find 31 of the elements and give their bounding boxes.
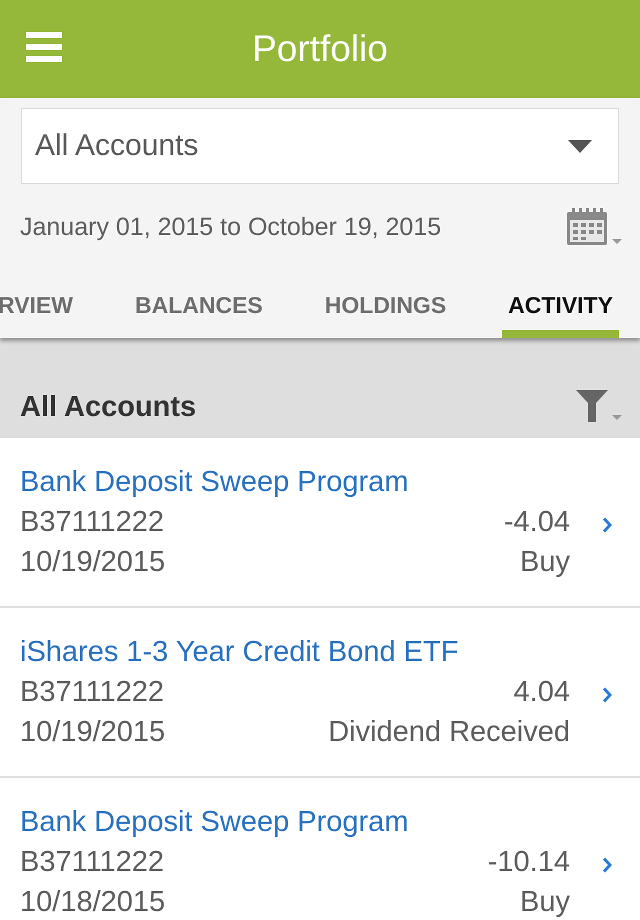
amount: 4.04 bbox=[514, 675, 570, 710]
trade-date: 10/19/2015 bbox=[20, 715, 166, 750]
chevron-icon bbox=[602, 857, 612, 873]
activity-row[interactable]: Bank Deposit Sweep Program B37111222 -4.04 10/19/2015 Buy bbox=[0, 438, 640, 608]
trade-date: 10/18/2015 bbox=[20, 885, 166, 920]
tab[interactable]: BALANCES bbox=[128, 272, 269, 338]
activity-row[interactable]: Bank Deposit Sweep Program B37111222 -10.14 10/18/2015 Buy bbox=[0, 778, 640, 920]
activity-row[interactable]: iShares 1-3 Year Credit Bond ETF B37111222 4.04 10/19/2015 Dividend Received bbox=[0, 608, 640, 778]
section-title: All Accounts bbox=[20, 391, 196, 424]
account-number: B37111222 bbox=[20, 675, 164, 710]
amount: -4.04 bbox=[504, 505, 570, 540]
activity-type: Buy bbox=[520, 885, 570, 920]
account-number: B37111222 bbox=[20, 505, 164, 540]
amount: -10.14 bbox=[488, 845, 570, 880]
caret-icon bbox=[568, 140, 592, 152]
app-title: Portfolio bbox=[252, 28, 388, 70]
security-name: iShares 1-3 Year Credit Bond ETF bbox=[20, 635, 458, 670]
activity-type: Buy bbox=[520, 545, 570, 580]
menu-icon[interactable] bbox=[26, 32, 62, 62]
filter-icon[interactable] bbox=[576, 390, 622, 422]
security-name: Bank Deposit Sweep Program bbox=[20, 465, 408, 500]
calendar-icon[interactable] bbox=[566, 208, 624, 246]
tab[interactable]: HOLDINGS bbox=[318, 272, 452, 338]
security-name: Bank Deposit Sweep Program bbox=[20, 805, 408, 840]
chevron-icon bbox=[602, 687, 612, 703]
activity-type: Dividend Received bbox=[328, 715, 570, 750]
chevron-icon bbox=[602, 517, 612, 533]
trade-date: 10/19/2015 bbox=[20, 545, 166, 580]
date-range: January 01, 2015 to October 19, 2015 bbox=[20, 212, 442, 242]
account-number: B37111222 bbox=[20, 845, 164, 880]
account-dropdown[interactable]: All Accounts bbox=[21, 108, 619, 184]
